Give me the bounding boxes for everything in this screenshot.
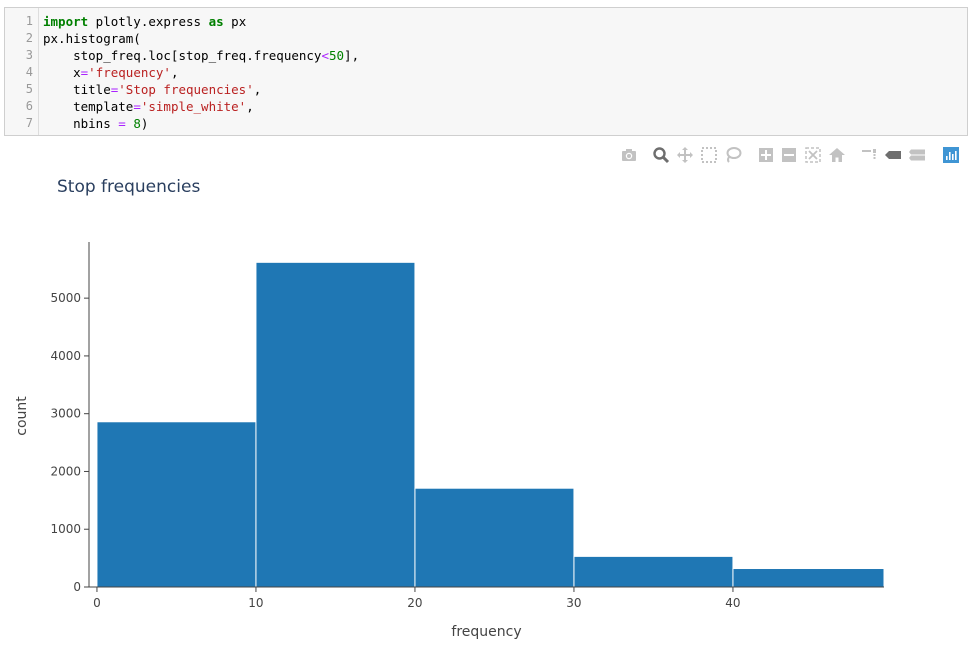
code-token: as (208, 14, 224, 29)
code-token: 'simple_white' (140, 99, 247, 114)
plot-area[interactable]: 0 1000 2000 3000 4000 5000 0 10 20 30 40 frequency… (0, 165, 974, 654)
pan-icon[interactable] (676, 146, 694, 164)
plotly-modebar (620, 146, 965, 164)
code-token: template (43, 99, 134, 114)
code-editor[interactable]: import plotly.express as px px.histogram(… (39, 8, 967, 135)
code-cell[interactable]: 1234567 import plotly.express as px px.hi… (4, 7, 968, 136)
line-number-gutter: 1 2 3 4 5 6 7 (5, 8, 39, 135)
code-token: , (246, 99, 254, 114)
y-tick-label: 2000 (50, 464, 81, 478)
x-tick-label: 20 (407, 596, 422, 610)
y-tick-label: 3000 (50, 407, 81, 421)
code-line: stop_freq.loc[stop_freq.frequency<50], (43, 47, 967, 64)
code-token: ) (140, 116, 149, 131)
x-tick-label: 0 (93, 596, 101, 610)
code-token: px (223, 14, 247, 29)
plotly-logo-icon[interactable] (942, 146, 960, 164)
histogram-bar[interactable] (414, 487, 575, 588)
code-token: ], (344, 48, 360, 63)
zoom-out-icon[interactable] (780, 146, 798, 164)
zoom-icon[interactable] (652, 146, 670, 164)
lasso-select-icon[interactable] (724, 146, 742, 164)
y-axis-title: count (14, 396, 30, 436)
hover-closest-icon[interactable] (884, 146, 902, 164)
line-number: 1 (25, 14, 33, 28)
code-line: nbins = 8) (43, 115, 967, 132)
code-token: import (43, 14, 89, 29)
y-tick-label: 0 (73, 580, 81, 594)
code-token: px.histogram( (43, 31, 141, 46)
line-number: 6 (25, 99, 33, 113)
spike-lines-icon[interactable] (860, 146, 878, 164)
code-line: template='simple_white', (43, 98, 967, 115)
code-token: 8 (133, 116, 141, 131)
y-tick-label: 5000 (50, 291, 81, 305)
camera-icon[interactable] (620, 146, 638, 164)
code-line: title='Stop frequencies', (43, 81, 967, 98)
box-select-icon[interactable] (700, 146, 718, 164)
code-token: 'Stop frequencies' (118, 82, 254, 97)
code-token: < (321, 48, 329, 63)
x-tick-label: 10 (248, 596, 263, 610)
y-tick-label: 4000 (50, 349, 81, 363)
line-number: 3 (25, 48, 33, 62)
code-token: 'frequency' (88, 65, 171, 80)
histogram-bar[interactable] (255, 261, 416, 588)
code-token: 50 (328, 48, 345, 63)
zoom-in-icon[interactable] (757, 146, 775, 164)
autoscale-icon[interactable] (804, 146, 822, 164)
x-tick-label: 40 (725, 596, 740, 610)
code-token: , (253, 82, 262, 97)
reset-axes-icon[interactable] (828, 146, 846, 164)
code-line: x='frequency', (43, 64, 967, 81)
histogram-bar[interactable] (732, 568, 885, 588)
line-number: 4 (25, 65, 33, 79)
code-token: title (43, 82, 111, 97)
code-token: plotly.express (88, 14, 209, 29)
code-line: px.histogram( (43, 30, 967, 47)
line-number: 2 (25, 31, 33, 45)
code-token: = (133, 99, 141, 114)
code-token: stop_freq.loc[stop_freq.frequency (43, 48, 322, 63)
histogram-chart: Stop frequencies 0 1000 2000 3000 4000 5000 0 1… (0, 165, 974, 654)
code-token: x (43, 65, 81, 80)
code-token: = (118, 116, 126, 131)
code-line: import plotly.express as px (43, 13, 967, 30)
line-number: 5 (25, 82, 33, 96)
x-tick-label: 30 (566, 596, 581, 610)
histogram-bar[interactable] (96, 421, 257, 588)
bars-layer (96, 261, 885, 588)
y-tick-label: 1000 (50, 522, 81, 536)
code-token: , (170, 65, 179, 80)
histogram-bar[interactable] (573, 555, 734, 588)
hover-compare-icon[interactable] (908, 146, 926, 164)
x-axis-title: frequency (451, 624, 521, 640)
code-token: nbins (43, 116, 119, 131)
line-number: 7 (25, 116, 33, 130)
